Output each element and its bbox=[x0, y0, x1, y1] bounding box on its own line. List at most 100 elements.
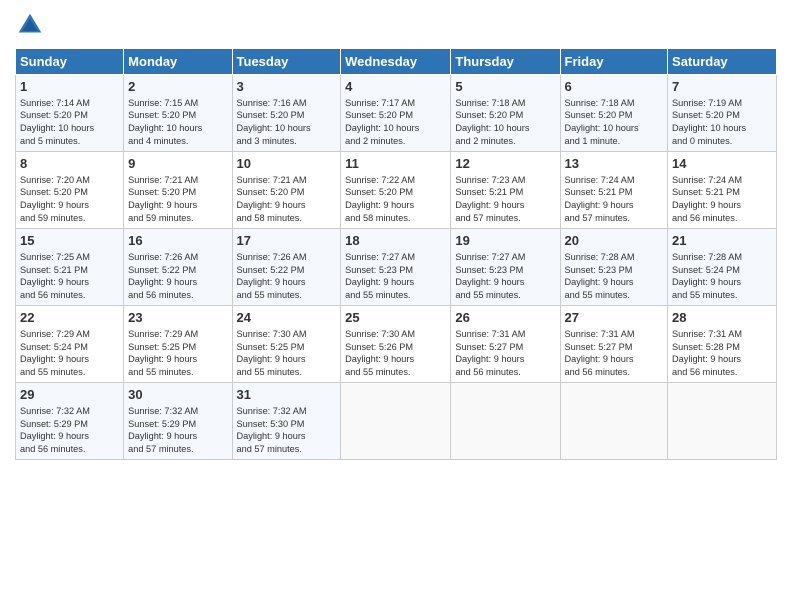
cell-content: Sunrise: 7:26 AM Sunset: 5:22 PM Dayligh… bbox=[237, 251, 337, 303]
calendar-cell: 25Sunrise: 7:30 AM Sunset: 5:26 PM Dayli… bbox=[341, 306, 451, 383]
calendar-cell: 29Sunrise: 7:32 AM Sunset: 5:29 PM Dayli… bbox=[16, 383, 124, 460]
cell-content: Sunrise: 7:31 AM Sunset: 5:28 PM Dayligh… bbox=[672, 328, 772, 380]
calendar-cell: 4Sunrise: 7:17 AM Sunset: 5:20 PM Daylig… bbox=[341, 75, 451, 152]
calendar-cell: 5Sunrise: 7:18 AM Sunset: 5:20 PM Daylig… bbox=[451, 75, 560, 152]
cell-content: Sunrise: 7:32 AM Sunset: 5:30 PM Dayligh… bbox=[237, 405, 337, 457]
day-number: 15 bbox=[20, 232, 119, 250]
calendar-cell: 8Sunrise: 7:20 AM Sunset: 5:20 PM Daylig… bbox=[16, 152, 124, 229]
calendar-cell: 13Sunrise: 7:24 AM Sunset: 5:21 PM Dayli… bbox=[560, 152, 668, 229]
day-number: 14 bbox=[672, 155, 772, 173]
calendar-cell: 12Sunrise: 7:23 AM Sunset: 5:21 PM Dayli… bbox=[451, 152, 560, 229]
day-number: 24 bbox=[237, 309, 337, 327]
calendar-cell: 11Sunrise: 7:22 AM Sunset: 5:20 PM Dayli… bbox=[341, 152, 451, 229]
day-number: 26 bbox=[455, 309, 555, 327]
cell-content: Sunrise: 7:24 AM Sunset: 5:21 PM Dayligh… bbox=[565, 174, 664, 226]
calendar-cell: 15Sunrise: 7:25 AM Sunset: 5:21 PM Dayli… bbox=[16, 229, 124, 306]
page-container: SundayMondayTuesdayWednesdayThursdayFrid… bbox=[0, 0, 792, 470]
calendar-cell: 9Sunrise: 7:21 AM Sunset: 5:20 PM Daylig… bbox=[124, 152, 232, 229]
cell-content: Sunrise: 7:31 AM Sunset: 5:27 PM Dayligh… bbox=[455, 328, 555, 380]
calendar-cell bbox=[668, 383, 777, 460]
col-header-wednesday: Wednesday bbox=[341, 49, 451, 75]
calendar-cell: 24Sunrise: 7:30 AM Sunset: 5:25 PM Dayli… bbox=[232, 306, 341, 383]
day-number: 17 bbox=[237, 232, 337, 250]
cell-content: Sunrise: 7:25 AM Sunset: 5:21 PM Dayligh… bbox=[20, 251, 119, 303]
cell-content: Sunrise: 7:29 AM Sunset: 5:24 PM Dayligh… bbox=[20, 328, 119, 380]
cell-content: Sunrise: 7:32 AM Sunset: 5:29 PM Dayligh… bbox=[20, 405, 119, 457]
cell-content: Sunrise: 7:28 AM Sunset: 5:23 PM Dayligh… bbox=[565, 251, 664, 303]
calendar-cell: 17Sunrise: 7:26 AM Sunset: 5:22 PM Dayli… bbox=[232, 229, 341, 306]
day-number: 5 bbox=[455, 78, 555, 96]
calendar-cell: 6Sunrise: 7:18 AM Sunset: 5:20 PM Daylig… bbox=[560, 75, 668, 152]
day-number: 10 bbox=[237, 155, 337, 173]
calendar-cell: 2Sunrise: 7:15 AM Sunset: 5:20 PM Daylig… bbox=[124, 75, 232, 152]
col-header-monday: Monday bbox=[124, 49, 232, 75]
day-number: 29 bbox=[20, 386, 119, 404]
cell-content: Sunrise: 7:19 AM Sunset: 5:20 PM Dayligh… bbox=[672, 97, 772, 149]
day-number: 25 bbox=[345, 309, 446, 327]
day-number: 27 bbox=[565, 309, 664, 327]
cell-content: Sunrise: 7:23 AM Sunset: 5:21 PM Dayligh… bbox=[455, 174, 555, 226]
day-number: 7 bbox=[672, 78, 772, 96]
cell-content: Sunrise: 7:21 AM Sunset: 5:20 PM Dayligh… bbox=[237, 174, 337, 226]
day-number: 28 bbox=[672, 309, 772, 327]
col-header-sunday: Sunday bbox=[16, 49, 124, 75]
cell-content: Sunrise: 7:27 AM Sunset: 5:23 PM Dayligh… bbox=[455, 251, 555, 303]
day-number: 1 bbox=[20, 78, 119, 96]
day-number: 11 bbox=[345, 155, 446, 173]
day-number: 21 bbox=[672, 232, 772, 250]
cell-content: Sunrise: 7:30 AM Sunset: 5:25 PM Dayligh… bbox=[237, 328, 337, 380]
calendar-cell: 16Sunrise: 7:26 AM Sunset: 5:22 PM Dayli… bbox=[124, 229, 232, 306]
cell-content: Sunrise: 7:15 AM Sunset: 5:20 PM Dayligh… bbox=[128, 97, 227, 149]
day-number: 8 bbox=[20, 155, 119, 173]
day-number: 9 bbox=[128, 155, 227, 173]
week-row-2: 8Sunrise: 7:20 AM Sunset: 5:20 PM Daylig… bbox=[16, 152, 777, 229]
day-number: 19 bbox=[455, 232, 555, 250]
day-number: 23 bbox=[128, 309, 227, 327]
calendar-cell: 30Sunrise: 7:32 AM Sunset: 5:29 PM Dayli… bbox=[124, 383, 232, 460]
week-row-5: 29Sunrise: 7:32 AM Sunset: 5:29 PM Dayli… bbox=[16, 383, 777, 460]
day-number: 6 bbox=[565, 78, 664, 96]
cell-content: Sunrise: 7:30 AM Sunset: 5:26 PM Dayligh… bbox=[345, 328, 446, 380]
calendar-cell: 3Sunrise: 7:16 AM Sunset: 5:20 PM Daylig… bbox=[232, 75, 341, 152]
cell-content: Sunrise: 7:14 AM Sunset: 5:20 PM Dayligh… bbox=[20, 97, 119, 149]
day-number: 3 bbox=[237, 78, 337, 96]
cell-content: Sunrise: 7:31 AM Sunset: 5:27 PM Dayligh… bbox=[565, 328, 664, 380]
day-number: 20 bbox=[565, 232, 664, 250]
calendar-cell: 22Sunrise: 7:29 AM Sunset: 5:24 PM Dayli… bbox=[16, 306, 124, 383]
cell-content: Sunrise: 7:29 AM Sunset: 5:25 PM Dayligh… bbox=[128, 328, 227, 380]
cell-content: Sunrise: 7:27 AM Sunset: 5:23 PM Dayligh… bbox=[345, 251, 446, 303]
day-number: 31 bbox=[237, 386, 337, 404]
calendar-header: SundayMondayTuesdayWednesdayThursdayFrid… bbox=[16, 49, 777, 75]
week-row-1: 1Sunrise: 7:14 AM Sunset: 5:20 PM Daylig… bbox=[16, 75, 777, 152]
calendar-cell bbox=[451, 383, 560, 460]
col-header-thursday: Thursday bbox=[451, 49, 560, 75]
calendar-cell: 21Sunrise: 7:28 AM Sunset: 5:24 PM Dayli… bbox=[668, 229, 777, 306]
calendar-cell: 19Sunrise: 7:27 AM Sunset: 5:23 PM Dayli… bbox=[451, 229, 560, 306]
cell-content: Sunrise: 7:20 AM Sunset: 5:20 PM Dayligh… bbox=[20, 174, 119, 226]
cell-content: Sunrise: 7:18 AM Sunset: 5:20 PM Dayligh… bbox=[455, 97, 555, 149]
day-number: 18 bbox=[345, 232, 446, 250]
cell-content: Sunrise: 7:26 AM Sunset: 5:22 PM Dayligh… bbox=[128, 251, 227, 303]
day-number: 22 bbox=[20, 309, 119, 327]
cell-content: Sunrise: 7:16 AM Sunset: 5:20 PM Dayligh… bbox=[237, 97, 337, 149]
calendar-cell bbox=[560, 383, 668, 460]
col-header-saturday: Saturday bbox=[668, 49, 777, 75]
calendar-cell: 27Sunrise: 7:31 AM Sunset: 5:27 PM Dayli… bbox=[560, 306, 668, 383]
calendar-cell: 31Sunrise: 7:32 AM Sunset: 5:30 PM Dayli… bbox=[232, 383, 341, 460]
week-row-4: 22Sunrise: 7:29 AM Sunset: 5:24 PM Dayli… bbox=[16, 306, 777, 383]
calendar-cell: 18Sunrise: 7:27 AM Sunset: 5:23 PM Dayli… bbox=[341, 229, 451, 306]
calendar-cell: 10Sunrise: 7:21 AM Sunset: 5:20 PM Dayli… bbox=[232, 152, 341, 229]
calendar-cell: 28Sunrise: 7:31 AM Sunset: 5:28 PM Dayli… bbox=[668, 306, 777, 383]
calendar-body: 1Sunrise: 7:14 AM Sunset: 5:20 PM Daylig… bbox=[16, 75, 777, 460]
calendar-cell: 20Sunrise: 7:28 AM Sunset: 5:23 PM Dayli… bbox=[560, 229, 668, 306]
logo-icon bbox=[15, 10, 45, 40]
col-header-friday: Friday bbox=[560, 49, 668, 75]
day-number: 13 bbox=[565, 155, 664, 173]
header-row: SundayMondayTuesdayWednesdayThursdayFrid… bbox=[16, 49, 777, 75]
cell-content: Sunrise: 7:22 AM Sunset: 5:20 PM Dayligh… bbox=[345, 174, 446, 226]
cell-content: Sunrise: 7:17 AM Sunset: 5:20 PM Dayligh… bbox=[345, 97, 446, 149]
day-number: 2 bbox=[128, 78, 227, 96]
day-number: 4 bbox=[345, 78, 446, 96]
week-row-3: 15Sunrise: 7:25 AM Sunset: 5:21 PM Dayli… bbox=[16, 229, 777, 306]
logo bbox=[15, 10, 49, 40]
